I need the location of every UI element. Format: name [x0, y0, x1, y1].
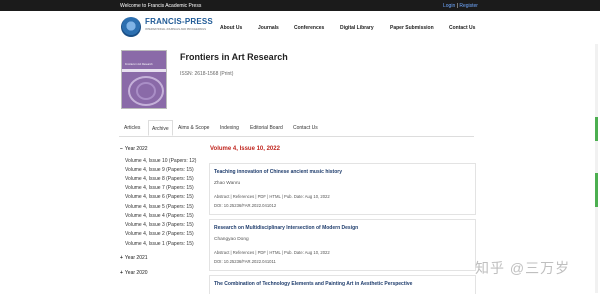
nav-about-us[interactable]: About Us [220, 25, 242, 31]
volume-link[interactable]: Volume 4, Issue 2 (Papers: 15) [125, 231, 194, 237]
expand-icon: + [120, 270, 123, 276]
scrollbar-marker[interactable] [595, 117, 598, 141]
article-title[interactable]: The Combination of Technology Elements a… [214, 281, 412, 287]
volume-link[interactable]: Volume 4, Issue 7 (Papers: 15) [125, 185, 194, 191]
journal-issn: ISSN: 2618-1568 (Print) [180, 71, 234, 77]
auth-separator: | [456, 3, 458, 9]
volume-link[interactable]: Volume 4, Issue 5 (Papers: 15) [125, 204, 194, 210]
nav-digital-library[interactable]: Digital Library [340, 25, 374, 31]
tab-editorial-board[interactable]: Editorial Board [250, 120, 283, 136]
article-title[interactable]: Teaching innovation of Chinese ancient m… [214, 169, 342, 175]
brand-name[interactable]: FRANCIS-PRESS [145, 17, 213, 26]
article-card: Teaching innovation of Chinese ancient m… [209, 163, 476, 215]
scrollbar-marker[interactable] [595, 173, 598, 207]
article-card: The Combination of Technology Elements a… [209, 275, 476, 294]
journal-title: Frontiers in Art Research [180, 52, 288, 62]
volume-link[interactable]: Volume 4, Issue 6 (Papers: 15) [125, 194, 194, 200]
cover-swirl-inner [136, 82, 156, 100]
volume-link[interactable]: Volume 4, Issue 4 (Papers: 15) [125, 213, 194, 219]
page-scrollbar[interactable] [595, 44, 598, 293]
volume-link[interactable]: Volume 4, Issue 1 (Papers: 15) [125, 241, 194, 247]
expand-icon: + [120, 255, 123, 261]
article-card: Research on Multidisciplinary Intersecti… [209, 219, 476, 271]
article-links[interactable]: Abstract | References | PDF | HTML | Pub… [214, 194, 330, 199]
journal-hero [0, 44, 600, 114]
auth-links: Login | Register [443, 3, 478, 9]
journal-tabs: Articles Archive Aims & Scope Indexing E… [119, 120, 474, 137]
year-label: Year 2021 [124, 255, 148, 261]
year-label: Year 2022 [124, 146, 148, 152]
tab-articles[interactable]: Articles [124, 120, 140, 136]
article-title[interactable]: Research on Multidisciplinary Intersecti… [214, 225, 358, 231]
brand-tagline: INTERNATIONAL JOURNALS AND PROCEEDINGS [145, 28, 206, 31]
volume-link[interactable]: Volume 4, Issue 9 (Papers: 15) [125, 167, 194, 173]
tab-aims-scope[interactable]: Aims & Scope [178, 120, 209, 136]
register-link[interactable]: Register [459, 3, 478, 9]
top-bar: Welcome to Francis Academic Press Login … [0, 0, 600, 11]
year-2020-toggle[interactable]: + Year 2020 [120, 270, 148, 276]
volume-link[interactable]: Volume 4, Issue 3 (Papers: 15) [125, 222, 194, 228]
volume-link[interactable]: Volume 4, Issue 10 (Papers: 12) [125, 158, 196, 164]
site-header: FRANCIS-PRESS INTERNATIONAL JOURNALS AND… [0, 11, 600, 45]
tab-archive[interactable]: Archive [148, 120, 173, 136]
volume-link[interactable]: Volume 4, Issue 8 (Papers: 15) [125, 176, 194, 182]
welcome-text: Welcome to Francis Academic Press [120, 3, 202, 9]
nav-paper-submission[interactable]: Paper Submission [390, 25, 434, 31]
article-doi[interactable]: DOI: 10.25236/FAR.2022.041011 [214, 259, 276, 264]
cover-title: Frontiers in Art Research [125, 63, 153, 66]
login-link[interactable]: Login [443, 3, 455, 9]
tab-contact-us[interactable]: Contact Us [293, 120, 318, 136]
nav-conferences[interactable]: Conferences [294, 25, 324, 31]
issue-heading: Volume 4, Issue 10, 2022 [210, 146, 280, 152]
nav-contact-us[interactable]: Contact Us [449, 25, 475, 31]
year-2022-toggle[interactable]: − Year 2022 [120, 146, 148, 152]
article-author[interactable]: Zhao Wanru [214, 181, 240, 186]
francis-press-logo-icon[interactable] [121, 17, 141, 37]
nav-journals[interactable]: Journals [258, 25, 279, 31]
year-2021-toggle[interactable]: + Year 2021 [120, 255, 148, 261]
zhihu-watermark: 知乎 @三万岁 [475, 260, 571, 276]
journal-cover-image: Frontiers in Art Research [121, 50, 167, 109]
tab-indexing[interactable]: Indexing [220, 120, 239, 136]
article-doi[interactable]: DOI: 10.25236/FAR.2022.041012 [214, 203, 276, 208]
article-links[interactable]: Abstract | References | PDF | HTML | Pub… [214, 250, 330, 255]
cover-band [122, 69, 166, 72]
article-author[interactable]: Changyao Dong [214, 237, 249, 242]
year-label: Year 2020 [124, 270, 148, 276]
collapse-icon: − [120, 146, 123, 152]
